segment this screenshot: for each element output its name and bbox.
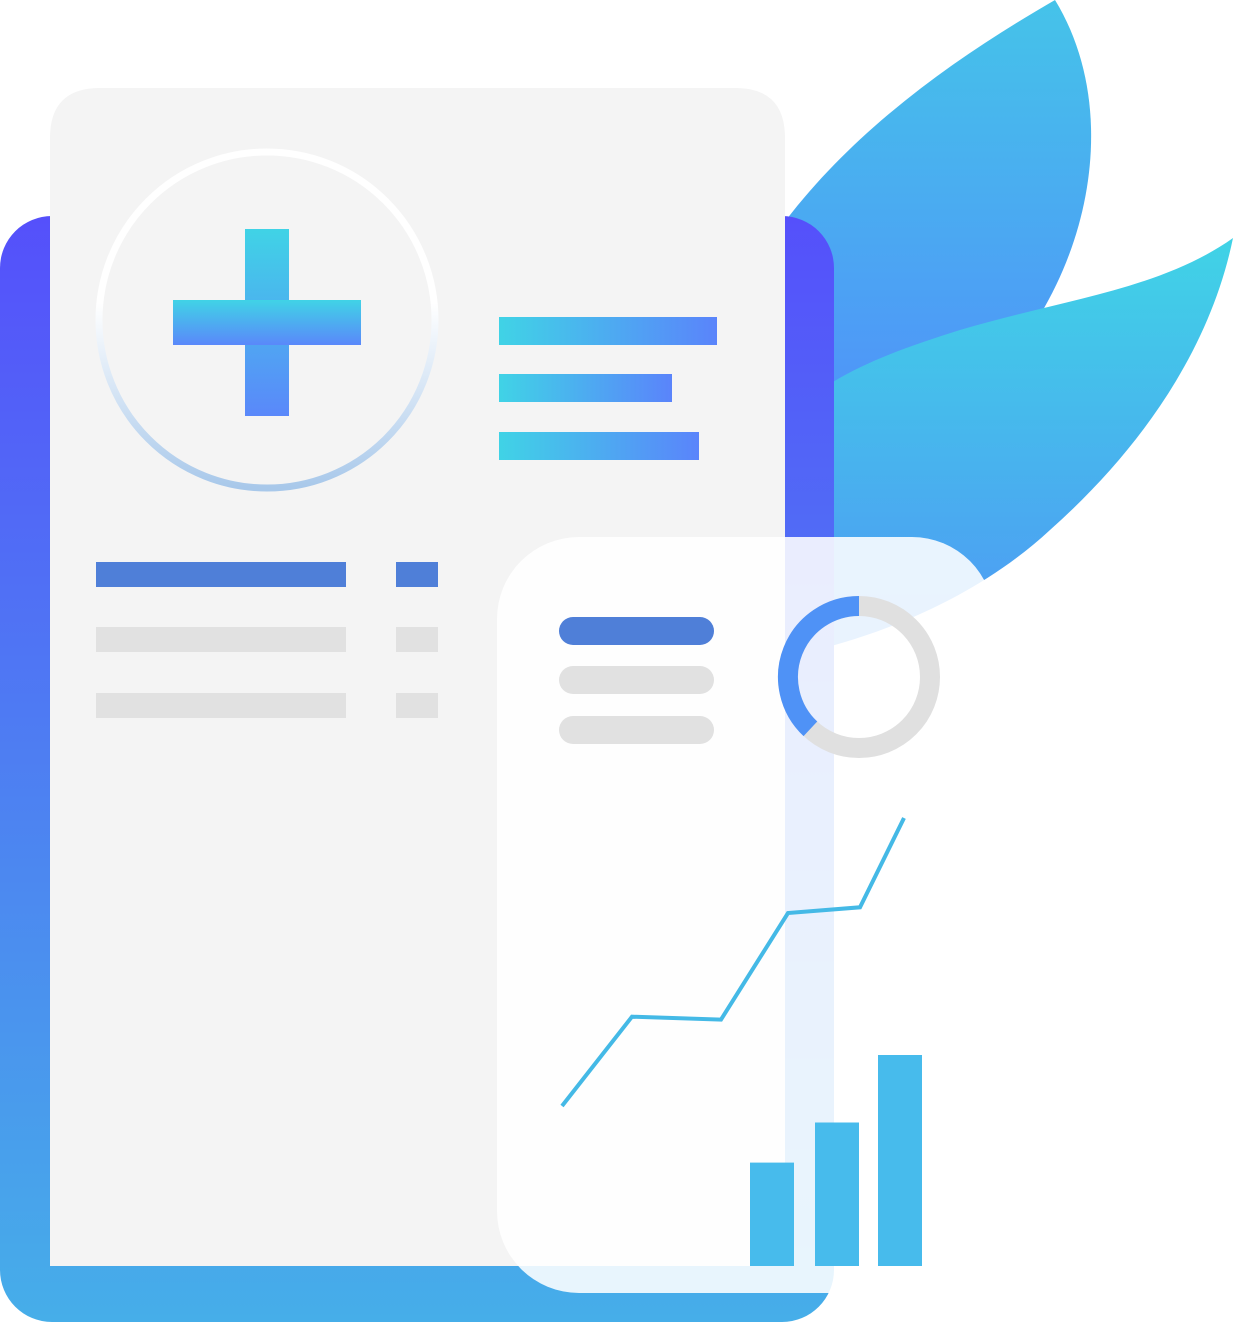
card-line-placeholder [559, 617, 714, 645]
bar-chart-bar [878, 1055, 922, 1266]
card-line-placeholder [559, 666, 714, 694]
bar-chart-bar [815, 1122, 859, 1266]
medical-report-illustration [0, 0, 1233, 1322]
list-item-value [396, 562, 438, 587]
list-item-label [96, 627, 346, 652]
text-line-placeholder [499, 374, 672, 402]
text-line-placeholder [499, 432, 699, 460]
list-item-value [396, 693, 438, 718]
card-text-lines [559, 617, 714, 744]
list-item-label [96, 693, 346, 718]
text-line-placeholder [499, 317, 717, 345]
card-line-placeholder [559, 716, 714, 744]
list-item-value [396, 627, 438, 652]
bar-chart-bar [750, 1162, 794, 1266]
list-item-label [96, 562, 346, 587]
